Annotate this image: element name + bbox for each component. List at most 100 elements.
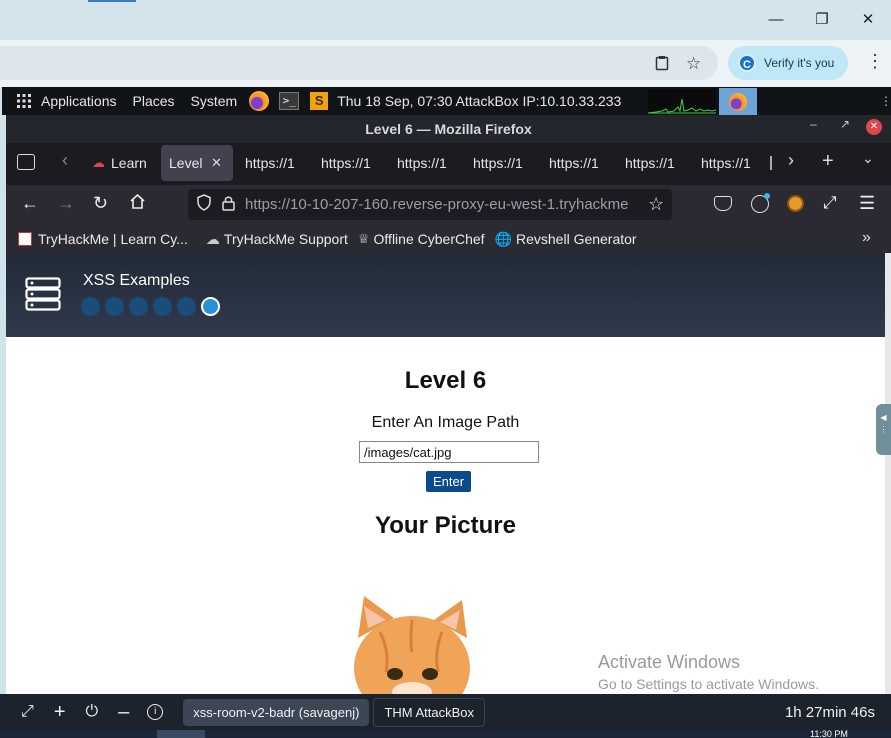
- zoom-out-icon[interactable]: –: [118, 701, 129, 724]
- tab-https-3[interactable]: https://1: [389, 145, 459, 181]
- level-dot[interactable]: [81, 297, 100, 316]
- session-bottom-bar: ⤢ + ⏻ – i xss-room-v2-badr (savagenj) TH…: [0, 694, 891, 730]
- panel-handle-icon[interactable]: ⋮: [880, 90, 891, 112]
- tab-level-6-active[interactable]: Level 6 ✕: [161, 145, 233, 181]
- more-menu-icon[interactable]: ⋮: [866, 52, 884, 70]
- bookmark-cyberchef[interactable]: ♕ Offline CyberChef: [358, 231, 485, 247]
- tracking-shield-icon[interactable]: [196, 194, 212, 215]
- apps-grid-icon[interactable]: [16, 93, 32, 109]
- tab-https-6[interactable]: https://1: [617, 145, 687, 181]
- info-icon[interactable]: i: [147, 704, 164, 720]
- windows-taskbar: [0, 730, 891, 738]
- host-url-field[interactable]: [0, 46, 718, 80]
- fullscreen-icon[interactable]: ⤢: [21, 703, 34, 721]
- tab-label: https://1: [397, 155, 447, 171]
- bookmark-star-icon[interactable]: ☆: [686, 54, 701, 74]
- pocket-icon[interactable]: [714, 196, 732, 211]
- server-logo-icon[interactable]: [25, 277, 61, 316]
- tab-label: Level 6: [169, 155, 205, 171]
- url-bar[interactable]: https://10-10-207-160.reverse-proxy-eu-w…: [188, 189, 672, 220]
- datetime-ip-status: Thu 18 Sep, 07:30 AttackBox IP:10.10.33.…: [337, 93, 622, 109]
- minimize-icon[interactable]: —: [768, 12, 784, 28]
- level-heading: Level 6: [404, 367, 487, 394]
- firefox-launcher-icon[interactable]: [249, 91, 270, 111]
- close-icon[interactable]: ✕: [860, 12, 876, 28]
- restore-icon[interactable]: ❐: [814, 12, 830, 28]
- bookmark-revshell[interactable]: 🌐 Revshell Generator: [495, 231, 637, 248]
- tab-tryhackme[interactable]: ☁ Learn: [84, 145, 154, 181]
- window-title: Level 6 — Mozilla Firefox: [365, 121, 532, 137]
- cat-image: [350, 592, 475, 694]
- tab-close-icon[interactable]: ✕: [211, 155, 222, 171]
- scroll-tabs-right-icon[interactable]: ›: [788, 150, 794, 171]
- clipboard-icon[interactable]: [654, 55, 670, 71]
- terminal-launcher-icon[interactable]: >_: [279, 92, 300, 110]
- verify-profile-button[interactable]: C Verify it's you: [728, 46, 848, 80]
- enter-button[interactable]: Enter: [426, 471, 471, 492]
- taskbar-active-app[interactable]: [157, 730, 205, 738]
- tab-https-5[interactable]: https://1: [541, 145, 611, 181]
- ff-minimize-icon[interactable]: –: [810, 117, 817, 131]
- zoom-in-icon[interactable]: +: [54, 701, 66, 724]
- extensions-icon[interactable]: ⤢: [823, 193, 837, 213]
- page-scrollbar[interactable]: [885, 253, 891, 694]
- bookmarks-toolbar: TryHackMe | Learn Cy... ☁ TryHackMe Supp…: [6, 225, 891, 253]
- bookmark-label: Revshell Generator: [515, 231, 637, 247]
- activation-watermark-subtitle: Go to Settings to activate Windows.: [598, 676, 819, 692]
- firefox-icon: [729, 92, 747, 111]
- bookmark-tryhackme[interactable]: TryHackMe | Learn Cy...: [18, 231, 188, 247]
- level-dot[interactable]: [153, 297, 172, 316]
- tab-https-2[interactable]: https://1: [313, 145, 383, 181]
- tab-label: https://1: [549, 155, 599, 171]
- cpu-graph: [647, 89, 717, 114]
- tab-label: https://1: [245, 155, 295, 171]
- bookmark-thm-support[interactable]: ☁ TryHackMe Support: [206, 231, 348, 248]
- app-menu-icon[interactable]: ☰: [859, 193, 875, 214]
- tab-label: https://1: [625, 155, 675, 171]
- verify-label: Verify it's you: [764, 56, 835, 70]
- cookie-extension-icon[interactable]: [787, 195, 804, 212]
- support-bookmark-icon: ☁: [205, 230, 220, 247]
- back-icon[interactable]: ←: [21, 193, 39, 214]
- sublime-launcher-icon[interactable]: S: [310, 92, 329, 110]
- ff-close-icon[interactable]: ✕: [866, 119, 882, 135]
- lock-icon[interactable]: [222, 195, 235, 215]
- bookmark-label: TryHackMe Support: [223, 231, 348, 247]
- tab-label: https://1: [473, 155, 523, 171]
- tab-https-7[interactable]: https://1: [693, 145, 761, 181]
- tab-overview-icon[interactable]: [17, 154, 35, 170]
- system-menu[interactable]: System: [191, 93, 238, 109]
- tab-https-1[interactable]: https://1: [237, 145, 307, 181]
- level-dot[interactable]: [129, 297, 148, 316]
- account-notification-dot: [764, 193, 770, 199]
- list-all-tabs-icon[interactable]: ⌄: [862, 150, 874, 167]
- power-icon[interactable]: ⏻: [86, 703, 99, 721]
- level-dot-current[interactable]: [201, 297, 220, 316]
- thm-bookmark-icon: [18, 232, 32, 246]
- scroll-tabs-left-icon[interactable]: ‹: [62, 150, 68, 171]
- image-path-prompt: Enter An Image Path: [371, 414, 520, 431]
- host-titlebar: [0, 0, 891, 40]
- applications-menu[interactable]: Applications: [41, 93, 117, 109]
- level-dot[interactable]: [105, 297, 124, 316]
- firefox-taskbar-button[interactable]: [719, 88, 757, 115]
- ff-maximize-icon[interactable]: ↗: [840, 117, 850, 131]
- thm-favicon-icon: ☁: [92, 155, 105, 170]
- session-tab-vm[interactable]: xss-room-v2-badr (savagenj): [183, 698, 370, 726]
- tab-https-4[interactable]: https://1: [465, 145, 535, 181]
- level-progress: [81, 297, 220, 316]
- bookmark-page-icon[interactable]: ☆: [648, 194, 664, 215]
- bookmarks-overflow-icon[interactable]: »: [862, 229, 871, 247]
- tab-overflow-marker: [770, 156, 778, 170]
- picture-heading: Your Picture: [375, 512, 516, 539]
- activation-watermark-title: Activate Windows: [598, 652, 741, 672]
- places-menu[interactable]: Places: [133, 93, 175, 109]
- home-icon[interactable]: [129, 193, 146, 215]
- reload-icon[interactable]: ↻: [93, 193, 108, 214]
- new-tab-icon[interactable]: +: [822, 150, 834, 173]
- session-tab-attackbox[interactable]: THM AttackBox: [373, 697, 486, 727]
- level-dot[interactable]: [177, 297, 196, 316]
- image-path-input[interactable]: [359, 441, 539, 463]
- forward-icon[interactable]: →: [57, 193, 75, 214]
- site-brand[interactable]: XSS Examples: [83, 272, 190, 290]
